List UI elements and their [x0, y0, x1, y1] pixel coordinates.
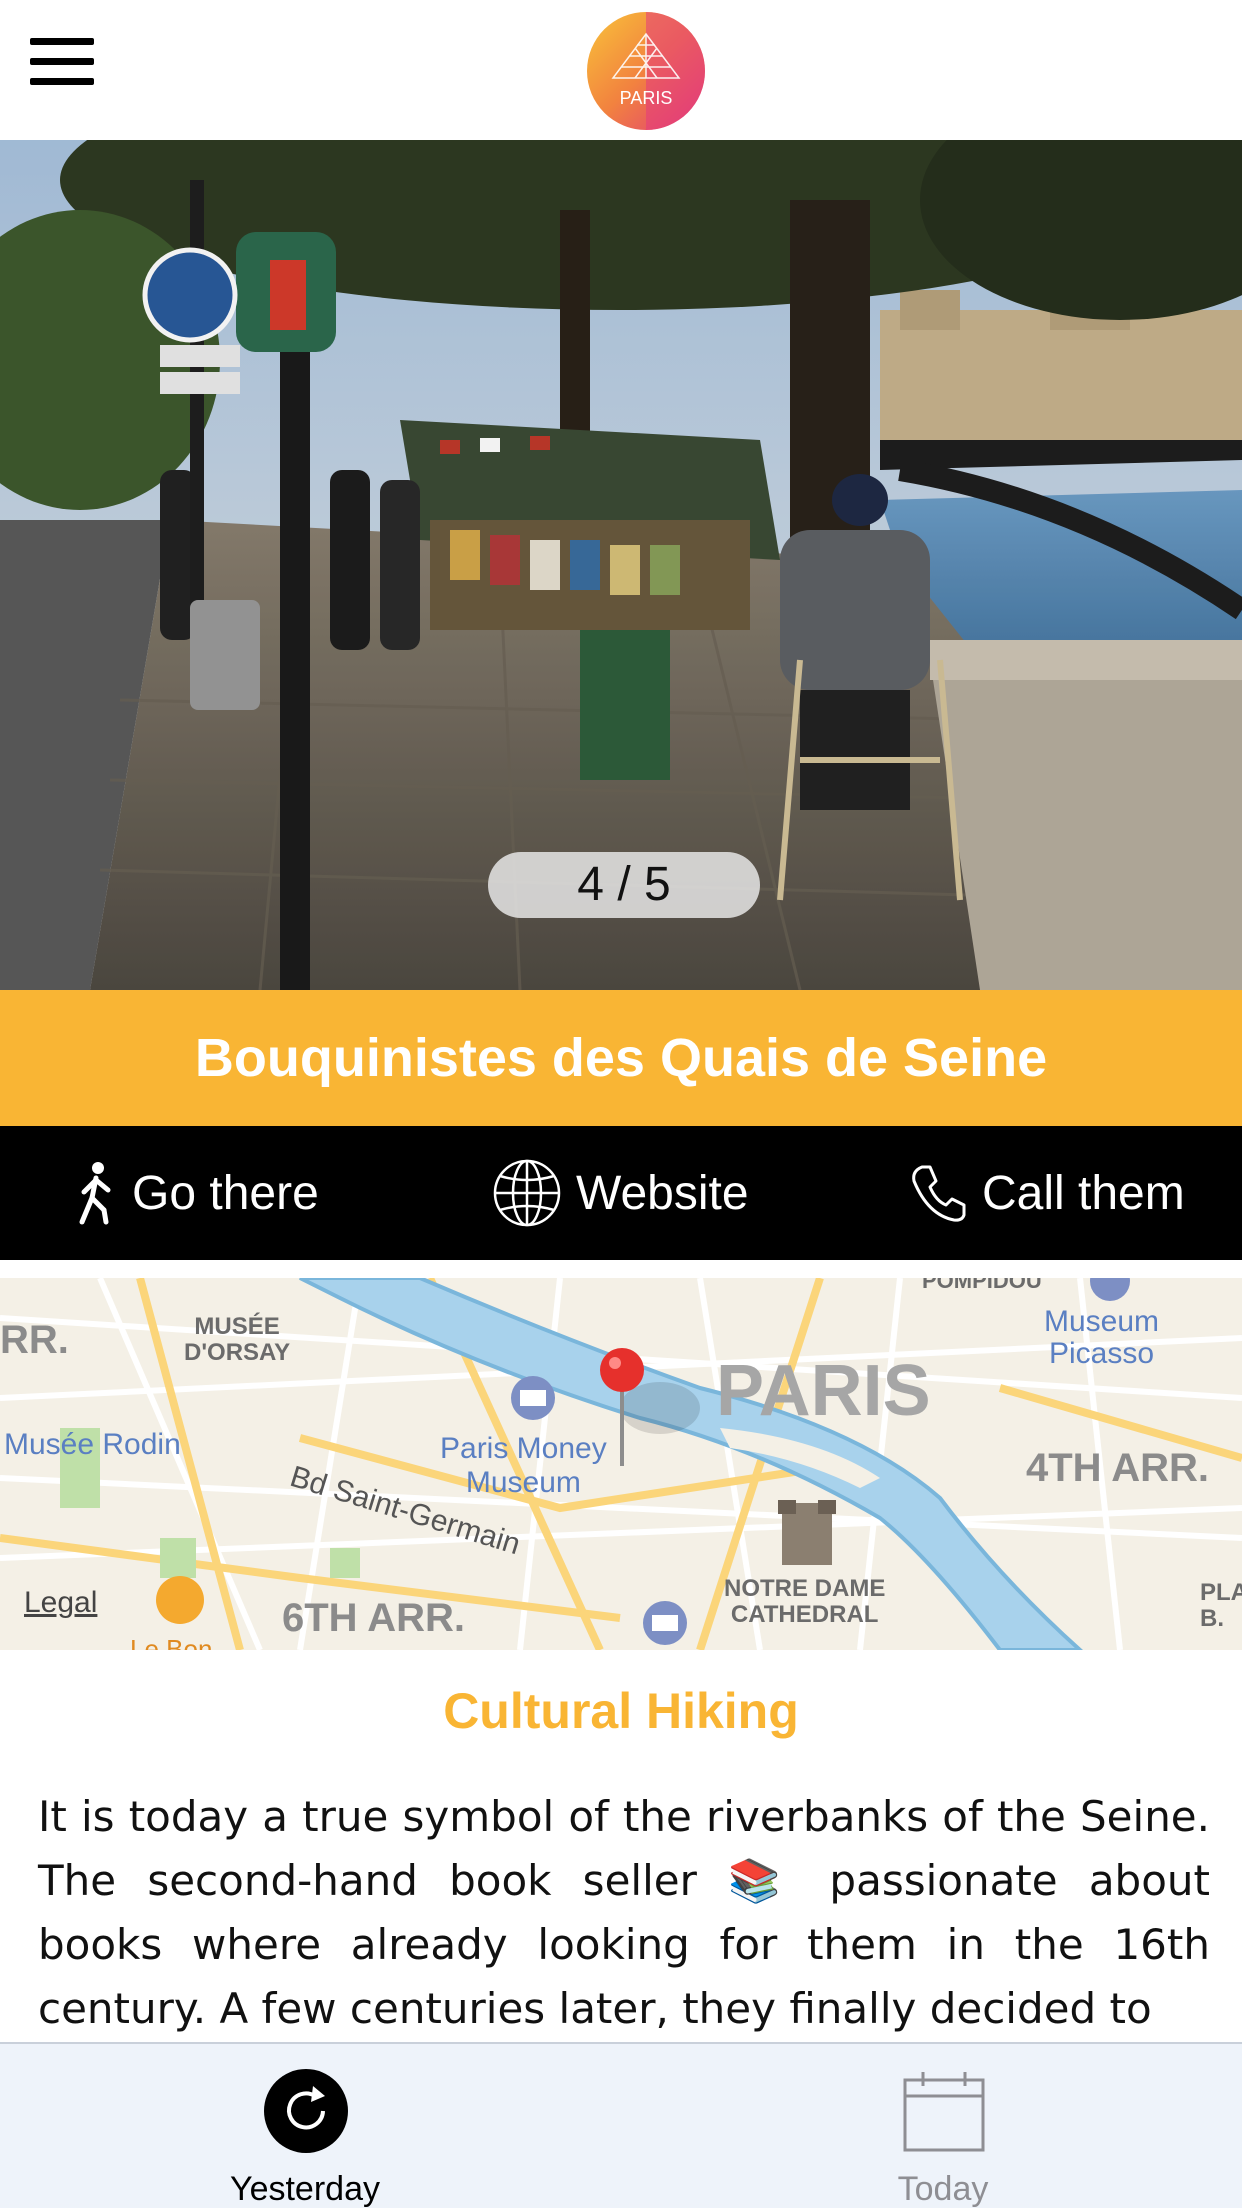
place-title-banner: Bouquinistes des Quais de Seine [0, 990, 1242, 1126]
location-map[interactable]: POMPIDOU MUSÉE D'ORSAY Museum Picasso RR… [0, 1278, 1242, 1650]
books-emoji-icon: 📚 [728, 1856, 799, 1905]
calendar-icon [901, 2068, 987, 2154]
section-heading: Cultural Hiking [443, 1683, 799, 1739]
app-logo[interactable]: PARIS [587, 12, 705, 130]
place-title: Bouquinistes des Quais de Seine [194, 1028, 1048, 1088]
go-there-label: Go there [132, 1166, 319, 1220]
walking-person-icon [74, 1160, 118, 1226]
map-label-pompidou: POMPIDOU [922, 1278, 1042, 1293]
map-label-rr: RR. [0, 1318, 69, 1362]
tab-yesterday-label: Yesterday [230, 2170, 380, 2208]
call-them-label: Call them [982, 1166, 1185, 1220]
phone-icon [908, 1163, 968, 1223]
hamburger-menu-icon[interactable] [30, 38, 96, 86]
place-description: It is today a true symbol of the riverba… [38, 1785, 1210, 2041]
map-label-musee-rodin: Musée Rodin [4, 1428, 181, 1461]
call-them-button[interactable]: Call them [908, 1126, 1185, 1260]
hero-photo[interactable]: 4 / 5 [0, 140, 1242, 990]
map-label-sixth-arr: 6TH ARR. [282, 1596, 465, 1640]
globe-icon [492, 1158, 562, 1228]
map-label-paris: PARIS [716, 1351, 931, 1431]
map-label-musee-orsay: MUSÉE D'ORSAY [184, 1313, 291, 1366]
logo-text: PARIS [620, 88, 673, 108]
tab-today-label: Today [897, 2170, 989, 2208]
bottom-tab-bar: Yesterday Today [0, 2042, 1242, 2208]
website-button[interactable]: Website [492, 1126, 749, 1260]
map-legal-link[interactable]: Legal [24, 1586, 97, 1620]
map-label-paris-money-museum: Paris Money Museum [440, 1432, 607, 1499]
website-label: Website [576, 1166, 749, 1220]
refresh-icon [263, 2068, 349, 2154]
map-label-museum-picasso: Museum Picasso [1044, 1305, 1160, 1370]
tab-today[interactable]: Today [793, 2044, 1093, 2210]
map-label-le-bon: Le Bon [130, 1634, 213, 1650]
image-pager: 4 / 5 [488, 852, 760, 918]
app-header: PARIS [0, 0, 1242, 140]
map-label-pla: PLA B. [1200, 1579, 1242, 1632]
action-bar: Go there Website Call them [0, 1126, 1242, 1260]
map-label-notre-dame: NOTRE DAME CATHEDRAL [724, 1575, 886, 1628]
map-label-fourth-arr: 4TH ARR. [1026, 1446, 1209, 1490]
tab-yesterday[interactable]: Yesterday [155, 2044, 455, 2210]
go-there-button[interactable]: Go there [74, 1126, 319, 1260]
